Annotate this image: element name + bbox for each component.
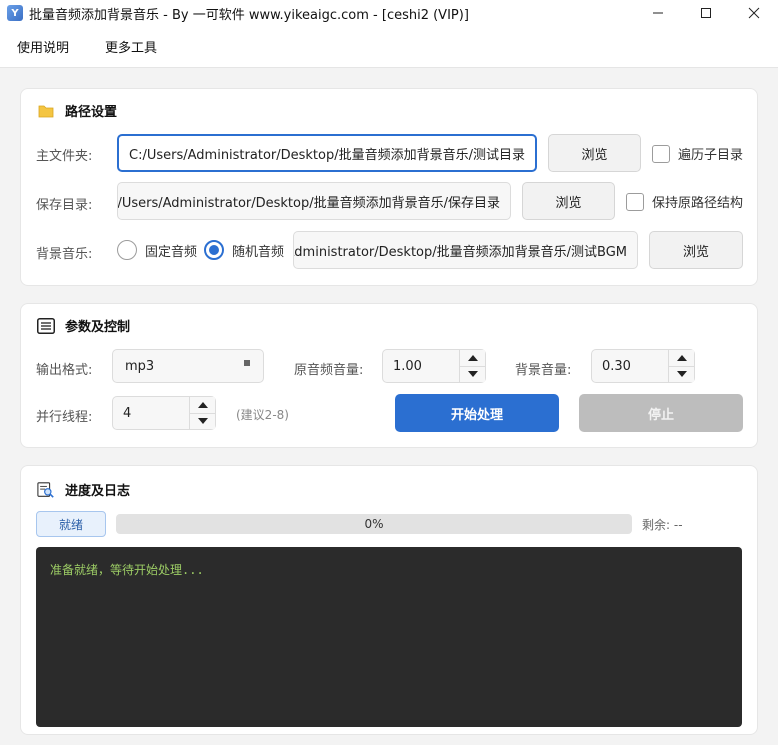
bgm-fixed-label: 固定音频: [145, 244, 198, 260]
main-folder-label: 主文件夹:: [36, 149, 93, 164]
minimize-icon[interactable]: [634, 0, 682, 26]
keep-structure-checkbox-box[interactable]: [626, 192, 644, 211]
orig-volume-up-icon[interactable]: [460, 350, 485, 366]
main-folder-input[interactable]: C:/Users/Administrator/Desktop/批量音频添加背景音…: [117, 134, 537, 172]
status-badge: 就绪: [36, 511, 106, 537]
bgm-fixed-radio-dot[interactable]: [117, 240, 137, 260]
menu-usage[interactable]: 使用说明: [17, 37, 69, 56]
menu-more-tools[interactable]: 更多工具: [105, 37, 157, 56]
maximize-icon[interactable]: [682, 0, 730, 26]
bg-volume-spinbox[interactable]: 0.30: [591, 349, 695, 383]
save-dir-input[interactable]: C:/Users/Administrator/Desktop/批量音频添加背景音…: [117, 182, 511, 220]
bg-volume-label: 背景音量:: [515, 363, 572, 378]
start-button[interactable]: 开始处理: [395, 394, 559, 432]
traverse-label: 遍历子目录: [678, 148, 744, 163]
traverse-checkbox-box[interactable]: [652, 144, 670, 163]
save-dir-label: 保存目录:: [36, 198, 93, 213]
path-settings-heading: 路径设置: [65, 105, 118, 120]
keep-structure-label: 保持原路径结构: [652, 196, 744, 211]
menu-bar: 使用说明 更多工具: [0, 26, 778, 68]
path-settings-title: 路径设置: [37, 101, 117, 120]
search-log-icon: [37, 481, 55, 499]
app-icon: Y: [7, 5, 23, 21]
path-settings-card: 路径设置 主文件夹: C:/Users/Administrator/Deskto…: [20, 88, 758, 286]
folder-icon: [37, 102, 55, 120]
list-icon: [37, 317, 55, 335]
log-line: 准备就绪，等待开始处理...: [50, 563, 204, 577]
progress-title: 进度及日志: [37, 480, 130, 499]
bgm-fixed-radio[interactable]: 固定音频: [117, 240, 197, 260]
stop-button[interactable]: 停止: [579, 394, 743, 432]
close-icon[interactable]: [730, 0, 778, 26]
params-card: 参数及控制 输出格式: mp3 原音频音量: 1.00 背景音量: 0.30 并…: [20, 303, 758, 448]
orig-volume-down-icon[interactable]: [460, 365, 485, 383]
progress-card: 进度及日志 就绪 0% 剩余: -- 准备就绪，等待开始处理...: [20, 465, 758, 735]
params-title: 参数及控制: [37, 316, 130, 335]
threads-label: 并行线程:: [36, 410, 93, 425]
main-folder-browse-button[interactable]: 浏览: [548, 134, 641, 172]
progress-bar: 0%: [116, 514, 632, 534]
params-heading: 参数及控制: [65, 320, 131, 335]
bgm-random-radio-dot[interactable]: [204, 240, 224, 260]
threads-spinbox[interactable]: 4: [112, 396, 216, 430]
title-bar: Y 批量音频添加背景音乐 - By 一可软件 www.yikeaigc.com …: [0, 0, 778, 26]
threads-down-icon[interactable]: [190, 412, 215, 430]
bgm-random-label: 随机音频: [232, 244, 285, 260]
log-console[interactable]: 准备就绪，等待开始处理...: [36, 547, 742, 727]
orig-volume-label: 原音频音量:: [294, 363, 364, 378]
bg-volume-up-icon[interactable]: [669, 350, 694, 366]
format-label: 输出格式:: [36, 363, 93, 378]
progress-heading: 进度及日志: [65, 484, 131, 499]
threads-hint: (建议2-8): [236, 408, 289, 422]
window-controls: [634, 0, 778, 26]
traverse-subdirs-checkbox[interactable]: 遍历子目录: [652, 144, 743, 163]
remaining-time: 剩余: --: [642, 518, 683, 532]
bgm-browse-button[interactable]: 浏览: [649, 231, 743, 269]
progress-text: 0%: [364, 517, 384, 531]
threads-up-icon[interactable]: [190, 397, 215, 413]
orig-volume-spinbox[interactable]: 1.00: [382, 349, 486, 383]
window-title: 批量音频添加背景音乐 - By 一可软件 www.yikeaigc.com - …: [29, 7, 469, 23]
bgm-input[interactable]: C:/Users/Administrator/Desktop/批量音频添加背景音…: [293, 231, 638, 269]
format-select[interactable]: mp3: [112, 349, 264, 383]
bg-volume-down-icon[interactable]: [669, 365, 694, 383]
keep-structure-checkbox[interactable]: 保持原路径结构: [626, 192, 743, 211]
bgm-label: 背景音乐:: [36, 247, 93, 262]
dropdown-icon: [244, 360, 250, 366]
bgm-random-radio[interactable]: 随机音频: [204, 240, 284, 260]
save-dir-browse-button[interactable]: 浏览: [522, 182, 615, 220]
